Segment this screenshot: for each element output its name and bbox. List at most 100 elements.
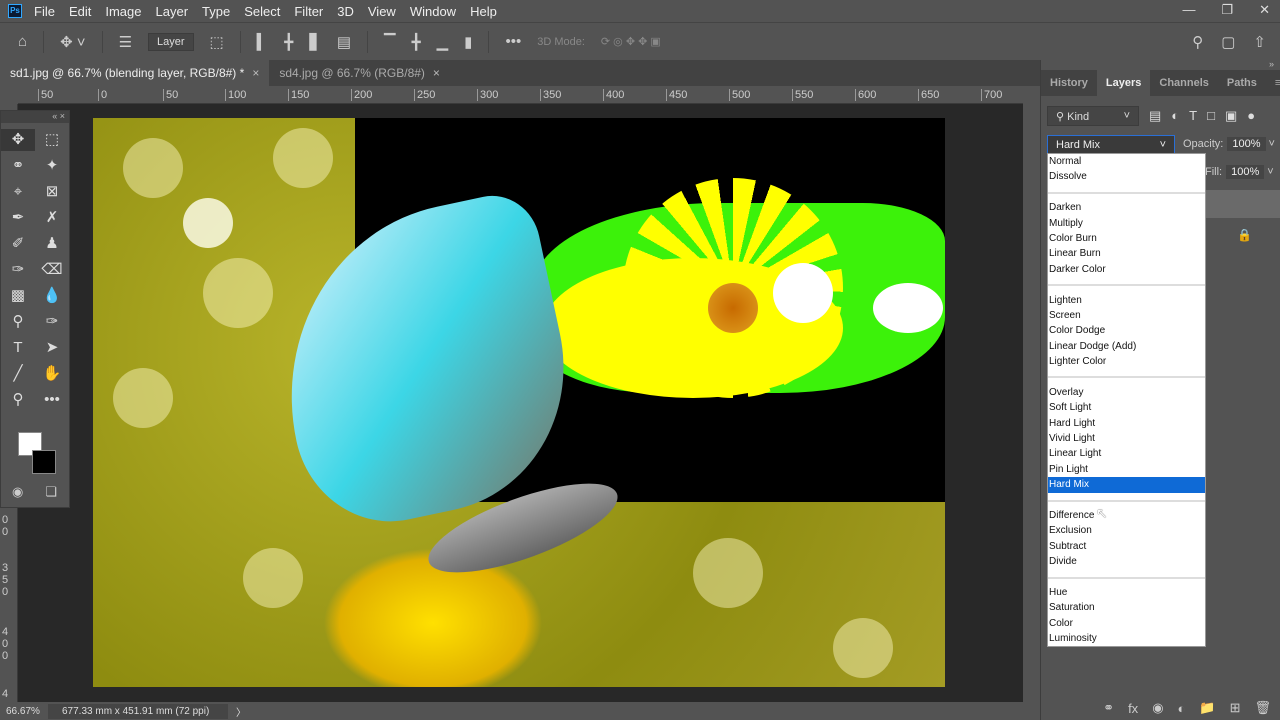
pen-tool-icon[interactable]: ✑ bbox=[35, 311, 69, 333]
quick-mask-icon[interactable]: ◉ bbox=[12, 484, 23, 500]
tools-panel-header[interactable]: « × bbox=[1, 111, 69, 123]
menu-3d[interactable]: 3D bbox=[337, 4, 354, 19]
path-select-icon[interactable]: ➤ bbox=[35, 337, 69, 359]
blend-option-lighter-color[interactable]: Lighter Color bbox=[1048, 354, 1205, 369]
healing-icon[interactable]: ✗ bbox=[35, 207, 69, 229]
blend-mode-select[interactable]: Hard Mix ˅ bbox=[1047, 135, 1175, 155]
menu-view[interactable]: View bbox=[368, 4, 396, 19]
blend-option-lighten[interactable]: Lighten bbox=[1048, 293, 1205, 308]
menu-filter[interactable]: Filter bbox=[294, 4, 323, 19]
align-left-icon[interactable]: ▍ bbox=[257, 33, 269, 51]
background-color[interactable] bbox=[32, 450, 56, 474]
blend-option-subtract[interactable]: Subtract bbox=[1048, 539, 1205, 554]
workspace-icon[interactable]: ▢ bbox=[1221, 33, 1235, 51]
tab-channels[interactable]: Channels bbox=[1150, 70, 1218, 96]
more-icon[interactable]: ••• bbox=[505, 33, 521, 50]
blend-option-overlay[interactable]: Overlay bbox=[1048, 385, 1205, 400]
new-layer-icon[interactable]: ⊞ bbox=[1230, 700, 1241, 716]
tab-sd1[interactable]: sd1.jpg @ 66.7% (blending layer, RGB/8#)… bbox=[0, 60, 270, 86]
link-layers-icon[interactable]: ⚭ bbox=[1103, 700, 1114, 716]
frame-tool-icon[interactable]: ⊠ bbox=[35, 181, 69, 203]
auto-select-icon[interactable]: ☰ bbox=[119, 33, 132, 51]
blend-option-hard-mix[interactable]: Hard Mix bbox=[1048, 477, 1205, 493]
blend-option-divide[interactable]: Divide bbox=[1048, 554, 1205, 569]
blend-option-hue[interactable]: Hue bbox=[1048, 585, 1205, 600]
blend-option-linear-dodge-add[interactable]: Linear Dodge (Add) bbox=[1048, 339, 1205, 354]
adjustment-filter-icon[interactable]: ◐ bbox=[1171, 108, 1179, 124]
tab-paths[interactable]: Paths bbox=[1218, 70, 1266, 96]
more-tools-icon[interactable]: ••• bbox=[35, 389, 69, 411]
blur-tool-icon[interactable]: 💧 bbox=[35, 285, 69, 307]
minimize-icon[interactable]: — bbox=[1182, 2, 1195, 18]
blend-option-darken[interactable]: Darken bbox=[1048, 200, 1205, 215]
menu-type[interactable]: Type bbox=[202, 4, 230, 19]
add-mask-icon[interactable]: ◉ bbox=[1152, 700, 1163, 716]
blend-option-color-burn[interactable]: Color Burn bbox=[1048, 231, 1205, 246]
history-brush-icon[interactable]: ✑ bbox=[1, 259, 35, 281]
type-tool-icon[interactable]: T bbox=[1, 337, 35, 359]
quick-select-icon[interactable]: ✦ bbox=[35, 155, 69, 177]
fx-icon[interactable]: fx bbox=[1128, 701, 1138, 716]
menu-help[interactable]: Help bbox=[470, 4, 497, 19]
type-filter-icon[interactable]: T bbox=[1189, 108, 1197, 124]
zoom-level[interactable]: 66.67% bbox=[0, 706, 48, 717]
blend-option-dissolve[interactable]: Dissolve bbox=[1048, 169, 1205, 184]
home-icon[interactable]: ⌂ bbox=[18, 33, 27, 50]
blend-option-hard-light[interactable]: Hard Light bbox=[1048, 416, 1205, 431]
close-tab-icon[interactable]: × bbox=[433, 66, 440, 80]
eyedropper-icon[interactable]: ✒ bbox=[1, 207, 35, 229]
filter-toggle-icon[interactable]: ● bbox=[1247, 108, 1255, 124]
transform-controls-icon[interactable]: ⬚ bbox=[210, 33, 224, 51]
opacity-input[interactable]: 100% bbox=[1227, 137, 1266, 151]
panel-menu-icon[interactable]: ≡ bbox=[1266, 70, 1280, 96]
search-icon[interactable]: ⚲ bbox=[1192, 33, 1203, 51]
adjustment-layer-icon[interactable]: ◐ bbox=[1178, 701, 1186, 716]
align-right-icon[interactable]: ▋ bbox=[309, 33, 321, 51]
marquee-tool-icon[interactable]: ⬚ bbox=[35, 129, 69, 151]
tab-layers[interactable]: Layers bbox=[1096, 70, 1151, 96]
auto-select-dropdown[interactable]: Layer bbox=[148, 32, 194, 51]
close-icon[interactable]: ✕ bbox=[1259, 2, 1270, 18]
gradient-tool-icon[interactable]: ▩ bbox=[1, 285, 35, 307]
screen-mode-icon[interactable]: ❏ bbox=[45, 484, 57, 500]
tab-history[interactable]: History bbox=[1041, 70, 1097, 96]
blend-option-difference[interactable]: Difference bbox=[1048, 508, 1205, 523]
eraser-icon[interactable]: ⌫ bbox=[35, 259, 69, 281]
blend-option-linear-burn[interactable]: Linear Burn bbox=[1048, 246, 1205, 261]
crop-tool-icon[interactable]: ⌖ bbox=[1, 181, 35, 203]
image-filter-icon[interactable]: ▤ bbox=[1149, 108, 1161, 124]
blend-option-pin-light[interactable]: Pin Light bbox=[1048, 462, 1205, 477]
restore-icon[interactable]: ❐ bbox=[1221, 2, 1233, 18]
brush-tool-icon[interactable]: ✐ bbox=[1, 233, 35, 255]
blend-option-normal[interactable]: Normal bbox=[1048, 154, 1205, 169]
move-tool-icon[interactable]: ✥ bbox=[1, 129, 35, 151]
lasso-tool-icon[interactable]: ⚭ bbox=[1, 155, 35, 177]
collapse-icon[interactable]: » bbox=[1269, 59, 1274, 69]
share-icon[interactable]: ⇧ bbox=[1253, 33, 1266, 51]
blend-option-color[interactable]: Color bbox=[1048, 616, 1205, 631]
menu-select[interactable]: Select bbox=[244, 4, 280, 19]
menu-window[interactable]: Window bbox=[410, 4, 456, 19]
stamp-tool-icon[interactable]: ♟ bbox=[35, 233, 69, 255]
blend-option-luminosity[interactable]: Luminosity bbox=[1048, 631, 1205, 646]
hand-tool-icon[interactable]: ✋ bbox=[35, 363, 69, 385]
blend-option-saturation[interactable]: Saturation bbox=[1048, 600, 1205, 615]
menu-edit[interactable]: Edit bbox=[69, 4, 91, 19]
line-tool-icon[interactable]: ╱ bbox=[1, 363, 35, 385]
blend-option-exclusion[interactable]: Exclusion bbox=[1048, 523, 1205, 538]
menu-file[interactable]: File bbox=[34, 4, 55, 19]
blend-option-darker-color[interactable]: Darker Color bbox=[1048, 262, 1205, 277]
blend-option-vivid-light[interactable]: Vivid Light bbox=[1048, 431, 1205, 446]
menu-image[interactable]: Image bbox=[105, 4, 141, 19]
align-center-icon[interactable]: ╋ bbox=[284, 33, 293, 51]
dodge-tool-icon[interactable]: ⚲ bbox=[1, 311, 35, 333]
blend-option-color-dodge[interactable]: Color Dodge bbox=[1048, 323, 1205, 338]
align-top-icon[interactable]: ▔ bbox=[384, 33, 396, 51]
document-image[interactable] bbox=[93, 118, 945, 687]
kind-filter[interactable]: ⚲ Kind ˅ bbox=[1047, 106, 1139, 126]
align-bottom-icon[interactable]: ▁ bbox=[437, 33, 449, 51]
tab-sd4[interactable]: sd4.jpg @ 66.7% (RGB/8#) × bbox=[269, 60, 450, 86]
fill-input[interactable]: 100% bbox=[1226, 165, 1265, 179]
align-middle-icon[interactable]: ╋ bbox=[412, 33, 421, 51]
blend-option-multiply[interactable]: Multiply bbox=[1048, 216, 1205, 231]
